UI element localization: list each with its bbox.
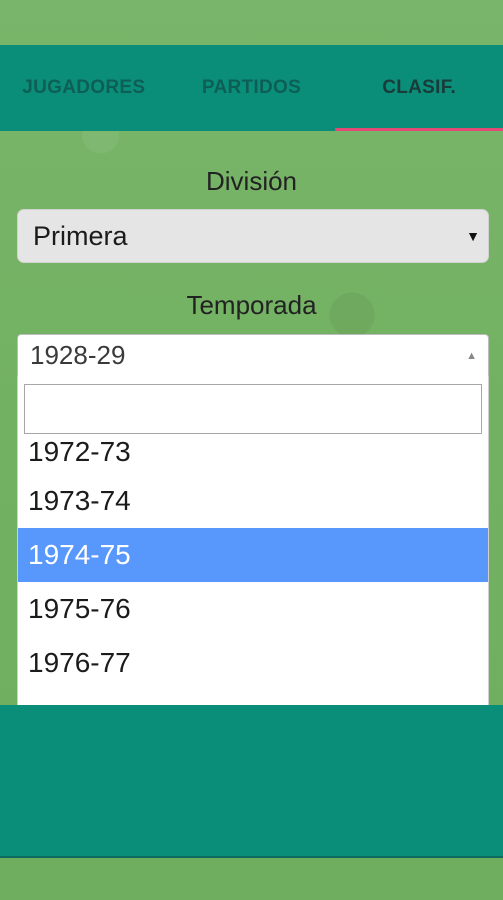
division-select[interactable]: Primera ▼: [17, 209, 489, 263]
bottom-panel: [0, 705, 503, 856]
division-selected-value: Primera: [33, 220, 128, 251]
season-option-highlighted[interactable]: 1974-75: [18, 528, 488, 582]
grass-background-top: [0, 0, 503, 45]
season-option[interactable]: 1972-73: [18, 434, 488, 474]
season-option[interactable]: 1975-76: [18, 582, 488, 636]
season-options-list: 1972-73 1973-74 1974-75 1975-76 1976-77: [18, 434, 488, 690]
tab-clasif[interactable]: CLASIF.: [335, 45, 503, 131]
tab-bar: JUGADORES PARTIDOS CLASIF.: [0, 45, 503, 131]
season-dropdown: 1972-73 1973-74 1974-75 1975-76 1976-77: [17, 376, 489, 706]
tab-jugadores[interactable]: JUGADORES: [0, 45, 168, 131]
caret-up-icon: ▲: [466, 349, 477, 362]
division-label: División: [205, 166, 298, 196]
season-label: Temporada: [186, 290, 317, 320]
caret-down-icon: ▼: [466, 228, 480, 244]
season-select[interactable]: 1928-29 ▲: [17, 334, 489, 377]
tab-partidos[interactable]: PARTIDOS: [168, 45, 336, 131]
tab-clasif-label: CLASIF.: [382, 77, 457, 98]
season-option[interactable]: 1976-77: [18, 636, 488, 690]
tab-jugadores-label: JUGADORES: [22, 77, 146, 98]
tab-partidos-label: PARTIDOS: [201, 77, 302, 98]
season-option[interactable]: 1973-74: [18, 474, 488, 528]
season-selected-value: 1928-29: [30, 340, 126, 370]
divider: [0, 856, 503, 858]
season-search-input[interactable]: [24, 384, 482, 434]
